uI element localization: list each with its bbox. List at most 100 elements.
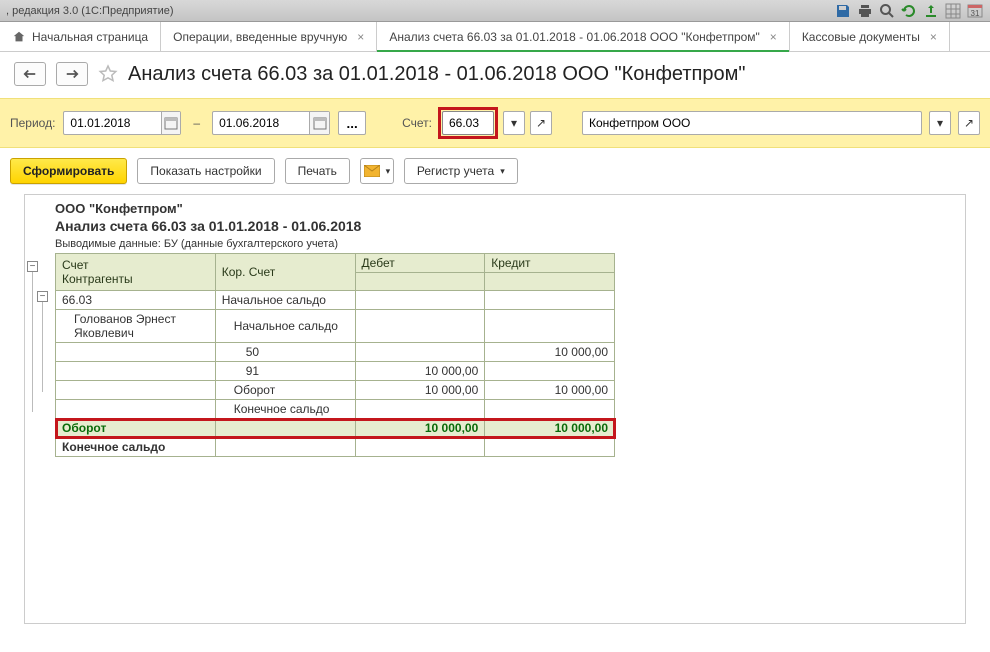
back-button[interactable] [14,62,46,86]
show-settings-button[interactable]: Показать настройки [137,158,274,184]
table-row[interactable]: Конечное сальдо [56,438,615,457]
calendar-icon[interactable] [309,112,329,134]
register-button[interactable]: Регистр учета ▾ [404,158,518,184]
tab-bar: Начальная страница Операции, введенные в… [0,22,990,52]
account-input[interactable] [443,112,493,134]
register-label: Регистр учета [417,164,494,178]
cell-kor91: 91 [215,362,355,381]
report-frame: − − ООО "Конфетпром" Анализ счета 66.03 … [24,194,966,624]
cell-acct-sub: Начальное сальдо [215,291,355,310]
tab-cash-docs[interactable]: Кассовые документы × [790,22,950,51]
period-more-button[interactable]: ... [338,111,366,135]
table-row-total[interactable]: Оборот 10 000,00 10 000,00 [56,419,615,438]
account-label: Счет: [402,116,432,130]
cell-end1: Конечное сальдо [215,400,355,419]
save-icon[interactable] [834,2,852,20]
period-label: Период: [10,116,55,130]
page-header: Анализ счета 66.03 за 01.01.2018 - 01.06… [0,52,990,98]
table-row[interactable]: 91 10 000,00 [56,362,615,381]
tab-analysis-label: Анализ счета 66.03 за 01.01.2018 - 01.06… [389,30,759,44]
window-titlebar: , редакция 3.0 (1С:Предприятие) 31 [0,0,990,22]
grid-icon[interactable] [944,2,962,20]
tab-home-label: Начальная страница [32,30,148,44]
titlebar-actions: 31 [834,2,984,20]
table-row[interactable]: Конечное сальдо [56,400,615,419]
cell-kor50: 50 [215,343,355,362]
report-title: Анализ счета 66.03 за 01.01.2018 - 01.06… [55,218,965,234]
chevron-down-icon: ▾ [386,166,391,177]
table-row[interactable]: Голованов Эрнест Яковлевич Начальное сал… [56,310,615,343]
col-debet: Дебет [355,254,485,273]
chevron-down-icon: ▾ [511,116,517,130]
page-title: Анализ счета 66.03 за 01.01.2018 - 01.06… [128,63,745,86]
upload-icon[interactable] [922,2,940,20]
star-icon[interactable] [98,64,118,84]
generate-button[interactable]: Сформировать [10,158,127,184]
cell-party-sub: Начальное сальдо [215,310,355,343]
svg-text:31: 31 [971,9,980,18]
account-dropdown-button[interactable]: ▾ [503,111,525,135]
col-kredit: Кредит [485,254,615,273]
table-row[interactable]: 66.03 Начальное сальдо [56,291,615,310]
tree-toggle[interactable]: − [37,291,48,302]
range-dash: – [189,116,204,130]
table-row[interactable]: 50 10 000,00 [56,343,615,362]
organization-dropdown-button[interactable]: ▾ [929,111,951,135]
cell-ob-db: 10 000,00 [355,381,485,400]
filter-bar: Период: – ... Счет: ▾ ↗ ▾ ↗ [0,98,990,148]
app-title: , редакция 3.0 (1С:Предприятие) [6,5,174,17]
cell-acct: 66.03 [56,291,216,310]
toolbar: Сформировать Показать настройки Печать ▾… [0,148,990,194]
tab-home[interactable]: Начальная страница [0,22,161,51]
refresh-icon[interactable] [900,2,918,20]
mail-icon [364,165,380,177]
tab-operations-label: Операции, введенные вручную [173,30,347,44]
home-icon [12,30,26,44]
chevron-down-icon: ▾ [500,166,505,177]
table-header-row: Счет Контрагенты Кор. Счет Дебет Кредит [56,254,615,273]
forward-button[interactable] [56,62,88,86]
date-to-field[interactable] [212,111,330,135]
col-kor: Кор. Счет [215,254,355,291]
col-contragents: Контрагенты [62,272,209,286]
cell-ob-kr: 10 000,00 [485,381,615,400]
cell-tot-kr: 10 000,00 [485,419,615,438]
report-table: Счет Контрагенты Кор. Счет Дебет Кредит … [55,253,615,457]
organization-field[interactable] [582,111,922,135]
calendar-icon[interactable]: 31 [966,2,984,20]
print-icon[interactable] [856,2,874,20]
cell-db91: 10 000,00 [355,362,485,381]
email-button[interactable]: ▾ [360,158,394,184]
account-highlight [438,107,498,139]
search-icon[interactable] [878,2,896,20]
open-icon: ↗ [536,116,546,130]
cell-party: Голованов Эрнест Яковлевич [56,310,216,343]
open-icon: ↗ [964,116,974,130]
organization-open-button[interactable]: ↗ [958,111,980,135]
cell-end2: Конечное сальдо [56,438,216,457]
tab-cash-label: Кассовые документы [802,30,920,44]
close-icon[interactable]: × [357,30,364,44]
tree-toggle[interactable]: − [27,261,38,272]
col-scet: Счет [62,258,209,272]
account-open-button[interactable]: ↗ [530,111,552,135]
date-from-field[interactable] [63,111,181,135]
report-subinfo: Выводимые данные: БУ (данные бухгалтерск… [55,238,965,250]
chevron-down-icon: ▾ [937,116,943,130]
cell-oborot: Оборот [215,381,355,400]
tab-operations[interactable]: Операции, введенные вручную × [161,22,377,51]
calendar-icon[interactable] [161,112,181,134]
date-from-input[interactable] [64,112,160,134]
tab-analysis[interactable]: Анализ счета 66.03 за 01.01.2018 - 01.06… [377,22,790,51]
company-name: ООО "Конфетпром" [55,201,965,216]
table-row[interactable]: Оборот 10 000,00 10 000,00 [56,381,615,400]
report-area: − − ООО "Конфетпром" Анализ счета 66.03 … [0,194,990,644]
cell-kr50: 10 000,00 [485,343,615,362]
close-icon[interactable]: × [770,30,777,44]
close-icon[interactable]: × [930,30,937,44]
cell-tot-label: Оборот [56,419,216,438]
cell-tot-db: 10 000,00 [355,419,485,438]
date-to-input[interactable] [213,112,309,134]
print-button[interactable]: Печать [285,158,350,184]
organization-input[interactable] [583,112,921,134]
